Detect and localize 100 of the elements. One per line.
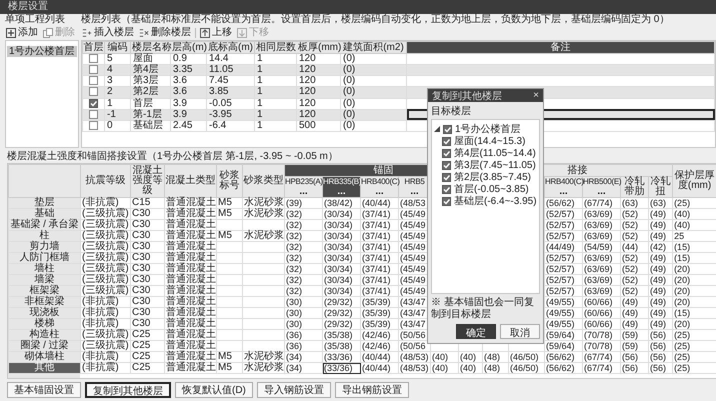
ellipsis-button[interactable]: ... — [361, 187, 398, 197]
table-cell: (非抗震) — [80, 308, 130, 318]
row-header[interactable]: 构造柱 — [8, 330, 80, 340]
table-cell: (三级抗震) — [80, 242, 130, 252]
row-header[interactable]: 圈梁 / 过梁 — [8, 340, 80, 352]
table-cell: (37/41) — [360, 242, 398, 252]
row-header[interactable]: 楼梯 — [8, 318, 80, 330]
row-header[interactable]: 非框架梁 — [8, 296, 80, 308]
confirm-button[interactable]: 确定 — [456, 324, 496, 339]
table-cell: 第4层 — [130, 64, 170, 76]
row-header[interactable]: 砌体墙柱 — [8, 352, 80, 362]
row-header[interactable]: 基础梁 / 承台梁 — [8, 220, 80, 230]
table-cell: (42) — [648, 242, 673, 252]
table-cell: (37/41) — [360, 230, 398, 242]
row-header[interactable]: 人防门框墙 — [8, 252, 80, 264]
row-header[interactable]: 现浇板 — [8, 308, 80, 318]
section-title: 楼层混凝土强度和锚固搭接设置（1号办公楼首层 第-1层, -3.95 ~ -0.05 m） — [7, 151, 338, 162]
ellipsis-button[interactable]: ... — [285, 187, 322, 197]
checkbox[interactable] — [89, 65, 98, 74]
table-cell: (56) — [648, 352, 673, 362]
project-item[interactable]: 1号办公楼首层 — [7, 46, 77, 57]
row-header[interactable]: 墙柱 — [8, 264, 80, 274]
checkbox[interactable] — [442, 184, 451, 194]
table-cell: C15 — [130, 198, 164, 208]
table-cell: (32) — [284, 252, 322, 264]
checkbox[interactable] — [442, 148, 451, 158]
table-cell: (40/44) — [360, 198, 398, 208]
table-cell: (36) — [284, 340, 322, 352]
table-cell: 普通混凝土 — [164, 340, 216, 352]
table-cell: 水泥砂浆 — [242, 362, 284, 374]
close-button[interactable]: × — [533, 90, 539, 102]
action-button[interactable]: 基本锚固设置 — [7, 382, 81, 398]
table-cell: (37/41) — [360, 220, 398, 230]
table-cell: (30/34) — [322, 264, 360, 274]
checkbox[interactable] — [443, 124, 452, 134]
row-header[interactable]: 墙梁 — [8, 274, 80, 286]
table-cell: (56) — [648, 340, 673, 352]
down-arrow-icon — [237, 28, 247, 38]
table-cell: 1 — [104, 98, 130, 110]
table-cell: (30/34) — [322, 208, 360, 220]
table-cell: (30/34) — [322, 274, 360, 286]
table-cell: (15) — [672, 242, 716, 252]
action-button[interactable]: 复制到其他楼层 — [85, 382, 171, 398]
checkbox[interactable] — [442, 160, 451, 170]
row-header[interactable]: 其他 — [8, 362, 80, 374]
note-text: ※ 基本锚固也会一同复制到目标楼层 — [431, 297, 535, 321]
insert-rows-icon — [82, 28, 92, 38]
row-header[interactable]: 垫层 — [8, 198, 80, 208]
table-cell: 3.9 — [170, 98, 206, 110]
table-cell: (37/41) — [360, 286, 398, 296]
toolbar-button[interactable]: 删除楼层 — [138, 26, 192, 38]
row-header[interactable]: 剪力墙 — [8, 242, 80, 252]
checkbox[interactable] — [442, 196, 451, 206]
checkbox[interactable] — [89, 76, 98, 86]
column-label: HRB500(E) — [583, 177, 620, 187]
table-cell: (60/66) — [582, 308, 621, 318]
checkbox[interactable] — [442, 172, 451, 182]
action-button[interactable]: 导出钢筋设置 — [334, 382, 409, 398]
table-cell: (38/42) — [322, 198, 360, 208]
table-cell: (52) — [620, 230, 649, 242]
checkbox[interactable] — [89, 54, 98, 63]
column-header: 抗震等级 — [80, 164, 130, 198]
table-cell: (60/66) — [582, 318, 621, 330]
table-cell: (30/34) — [322, 286, 360, 296]
table-cell: -6.4 — [206, 120, 254, 132]
toolbar-button[interactable]: 添加 — [5, 26, 39, 38]
table-cell: (40) — [672, 220, 716, 230]
action-button[interactable]: 恢复默认值(D) — [175, 382, 253, 398]
toolbar-button[interactable]: 插入楼层 — [81, 26, 135, 38]
tree-item[interactable]: 基础层(-6.4~-3.95) — [454, 194, 537, 208]
table-cell: (40) — [458, 362, 483, 374]
row-header[interactable]: 框架梁 — [8, 286, 80, 296]
table-cell: (49) — [620, 308, 649, 318]
column-header: 砂浆标号 — [216, 164, 242, 198]
table-cell: 普通混凝土 — [164, 362, 216, 374]
ellipsis-button[interactable]: ... — [545, 187, 582, 197]
dialog-title: 复制到其他楼层 — [432, 90, 502, 102]
expanded-triangle-icon[interactable] — [434, 126, 440, 132]
row-header[interactable]: 柱 — [8, 230, 80, 242]
cancel-button[interactable]: 取消 — [500, 324, 540, 339]
remark-cell[interactable] — [406, 64, 714, 76]
table-cell: (30) — [284, 318, 322, 330]
action-button[interactable]: 导入钢筋设置 — [256, 382, 331, 398]
table-cell: (40/44) — [360, 362, 398, 374]
checkbox[interactable] — [442, 136, 451, 146]
checkbox[interactable] — [89, 87, 98, 96]
ellipsis-button[interactable]: ... — [399, 187, 430, 197]
table-cell: M5 — [216, 352, 242, 362]
ellipsis-button[interactable]: ... — [583, 187, 620, 197]
table-cell: (非抗震) — [80, 198, 130, 208]
table-cell: (49) — [648, 286, 673, 296]
table-cell: (32) — [284, 264, 322, 274]
table-cell: (20) — [672, 274, 716, 286]
table-cell: (49) — [648, 252, 673, 264]
table-cell: 水泥砂浆 — [242, 352, 284, 362]
row-header[interactable]: 基础 — [8, 208, 80, 220]
table-cell: (49) — [648, 274, 673, 286]
table-cell: (35/39) — [360, 296, 398, 308]
toolbar-button[interactable]: 上移 — [199, 26, 233, 38]
column-header: 备注 — [406, 42, 714, 54]
